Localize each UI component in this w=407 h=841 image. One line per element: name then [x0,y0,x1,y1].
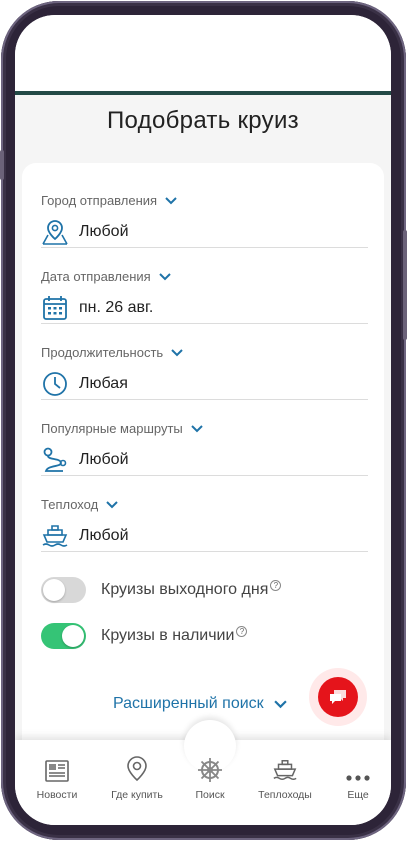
advanced-search-link[interactable]: Расширенный поиск [113,695,287,713]
tab-search[interactable]: Поиск [172,751,248,801]
advanced-search-label: Расширенный поиск [113,695,264,712]
calendar-icon [43,296,67,320]
available-cruises-toggle[interactable] [41,623,86,649]
page-title: Подобрать круиз [107,107,299,134]
chevron-down-icon [158,272,171,280]
tab-more-label: Еще [347,789,369,801]
popular-routes-field[interactable]: Популярные маршруты Любой [41,400,368,476]
more-icon [346,775,370,781]
header-area [15,15,391,91]
weekend-cruises-label: Круизы выходного дня [101,581,269,598]
route-icon [43,447,67,472]
chevron-down-icon [171,348,183,356]
departure-date-label: Дата отправления [41,269,151,284]
tab-ships[interactable]: Теплоходы [247,751,323,801]
chat-icon [330,690,346,704]
tab-where-to-buy[interactable]: Где купить [99,751,175,801]
departure-city-field[interactable]: Город отправления Любой [41,172,368,248]
tab-ships-label: Теплоходы [258,789,312,801]
chat-button[interactable] [309,668,367,726]
departure-city-value: Любой [79,223,129,240]
chevron-down-icon [273,699,287,708]
available-cruises-label: Круизы в наличии [101,627,235,644]
ship-label: Теплоход [41,497,99,512]
chevron-down-icon [165,196,177,204]
newspaper-icon [45,760,69,782]
duration-value: Любая [79,375,128,392]
popular-routes-value: Любой [79,451,129,468]
ship-icon [273,759,297,781]
phone-side-button [0,150,4,180]
map-pin-icon [42,220,68,245]
help-icon[interactable]: ? [270,579,282,591]
phone-power-button [403,230,407,340]
tab-more[interactable]: Еще [320,751,391,801]
tab-news[interactable]: Новости [19,751,95,801]
chevron-down-icon [106,500,118,508]
ship-value: Любой [79,527,129,544]
chevron-down-icon [191,424,203,432]
location-icon [127,756,147,782]
weekend-cruises-row: Круизы выходного дня ? [41,574,282,606]
departure-city-label: Город отправления [41,193,158,208]
departure-date-value: пн. 26 авг. [79,299,154,316]
wheel-icon [198,758,222,782]
weekend-cruises-toggle[interactable] [41,577,86,603]
ship-field[interactable]: Теплоход Любой [41,476,368,552]
help-icon[interactable]: ? [236,625,248,637]
tab-news-label: Новости [36,789,78,801]
header-divider [15,91,391,95]
ship-icon [42,525,68,547]
duration-field[interactable]: Продолжительность Любая [41,324,368,400]
app-screen: Подобрать круиз Город отправления Любой … [15,15,391,825]
departure-date-field[interactable]: Дата отправления пн. 26 авг. [41,248,368,324]
tab-search-label: Поиск [195,789,225,801]
clock-icon [43,372,67,396]
popular-routes-label: Популярные маршруты [41,421,183,436]
tab-where-to-buy-label: Где купить [111,789,163,801]
available-cruises-row: Круизы в наличии ? [41,620,248,652]
duration-label: Продолжительность [41,345,164,360]
